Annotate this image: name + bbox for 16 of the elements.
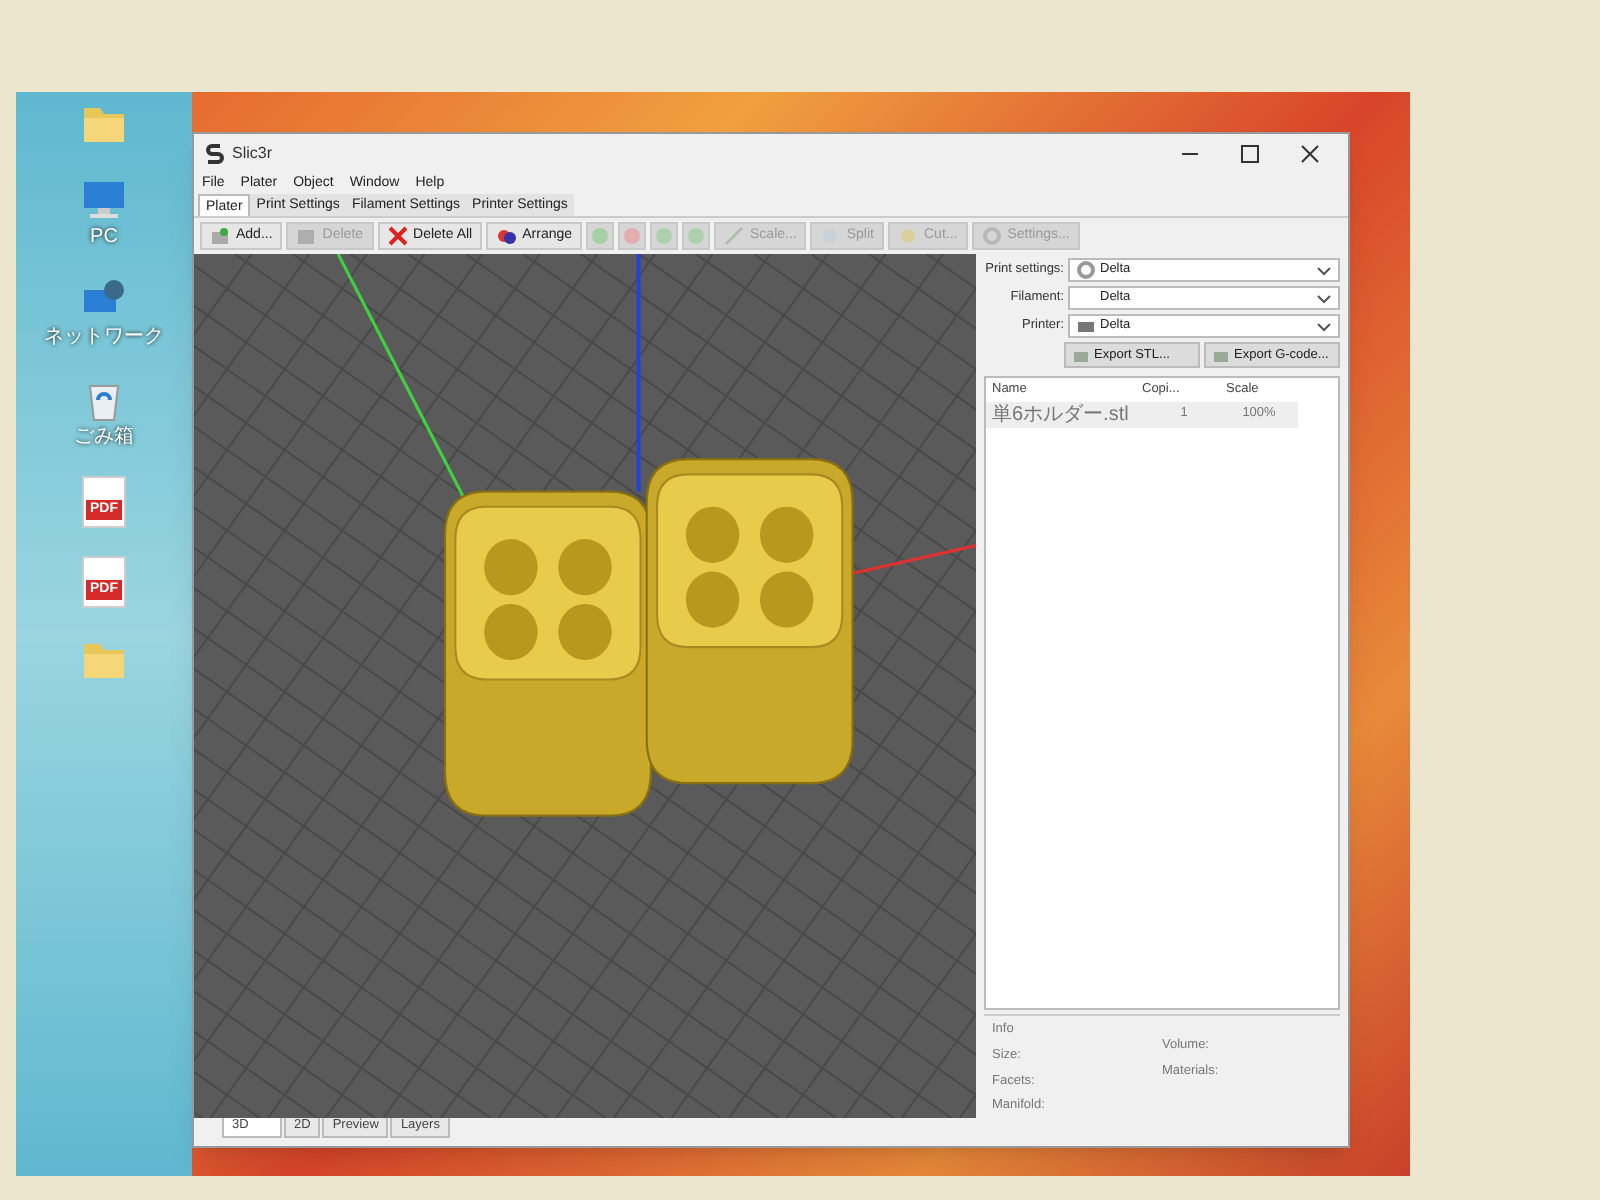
monitor-icon[interactable] [80, 176, 128, 224]
maximize-icon[interactable] [1240, 144, 1260, 164]
icon-label: ごみ箱 [74, 428, 134, 448]
app-logo-icon [206, 143, 224, 165]
icon-label: ネットワーク [44, 328, 164, 348]
settings-icon [1076, 260, 1096, 280]
table-cell-text: 単6ホルダー.stl [992, 405, 1131, 425]
close-icon[interactable] [1300, 144, 1320, 164]
settings-icon [981, 226, 1002, 246]
printer-icon [1076, 316, 1096, 336]
close-icon [387, 226, 408, 246]
icon-label: PC [90, 228, 118, 248]
window-title: Slic3r [232, 142, 273, 166]
3d-model-drawing[interactable] [444, 458, 854, 817]
balls-icon [496, 226, 517, 246]
3d-viewport[interactable] [194, 254, 976, 1118]
